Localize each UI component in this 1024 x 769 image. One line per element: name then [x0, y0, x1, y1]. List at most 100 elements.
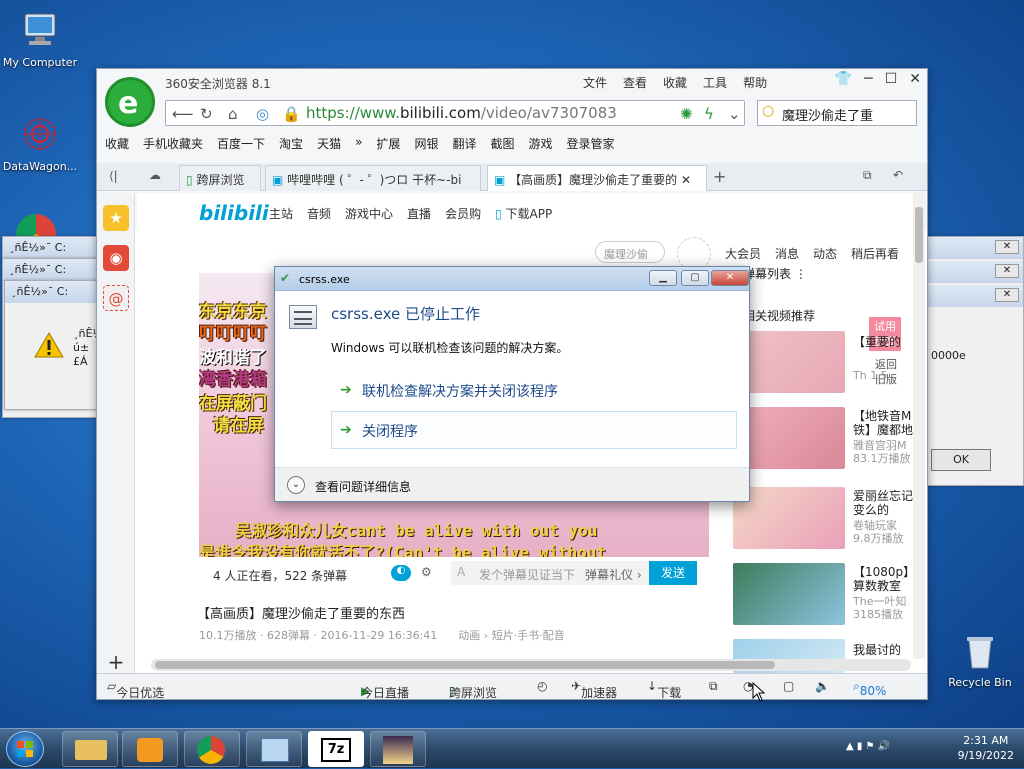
today-picks-button[interactable]: ▱ 今日优选	[107, 679, 164, 700]
related-video[interactable]: 爱丽丝忘记变么的 卷轴玩家 9.8万播放	[733, 487, 913, 549]
menu-file[interactable]: 文件	[583, 74, 607, 91]
fav-item[interactable]: 截图	[490, 135, 514, 157]
danmaku-toggle-icon[interactable]: ◐	[391, 565, 411, 581]
dynamics-link[interactable]: 动态	[813, 245, 837, 262]
close-icon[interactable]: ✕	[995, 240, 1019, 254]
minimize-button[interactable]: ▁	[649, 270, 677, 286]
menu-tools[interactable]: 工具	[703, 74, 727, 91]
maximize-icon[interactable]: ☐	[885, 71, 898, 87]
watch-later-link[interactable]: 稍后再看	[851, 245, 899, 262]
chevron-down-icon[interactable]: ⌄	[728, 105, 741, 123]
close-icon[interactable]: ✕	[995, 264, 1019, 278]
star-icon[interactable]: ★	[103, 205, 129, 231]
nav-shop[interactable]: 会员购	[445, 205, 481, 222]
fav-item[interactable]: 网银	[414, 135, 438, 157]
datawagon-icon[interactable]: DataWagon...	[0, 114, 80, 173]
danmaku-etiquette-link[interactable]: 弹幕礼仪 ›	[585, 566, 642, 583]
new-tab-icon[interactable]: +	[713, 167, 726, 186]
messages-link[interactable]: 消息	[775, 245, 799, 262]
skin-icon[interactable]: 👕	[835, 71, 852, 87]
chevron-down-icon[interactable]: ⌄	[287, 476, 305, 494]
send-button[interactable]: 发送	[649, 561, 697, 585]
lightning-icon[interactable]: ϟ	[704, 105, 714, 123]
video-breadcrumb[interactable]: 动画 › 短片·手书·配音	[458, 629, 564, 642]
pip-icon[interactable]: ⧉	[709, 679, 718, 694]
nav-main[interactable]: 主站	[269, 205, 293, 222]
zoom-level[interactable]: ⌕ 80%	[853, 679, 886, 698]
chrome-icon[interactable]	[16, 214, 62, 254]
refresh-icon[interactable]: ↻	[200, 105, 213, 123]
mail-icon[interactable]: @	[103, 285, 129, 311]
fav-item[interactable]: 游戏	[528, 135, 552, 157]
add-icon[interactable]: +	[103, 649, 129, 675]
bilibili-logo[interactable]: bilibili	[199, 201, 269, 225]
menu-view[interactable]: 查看	[623, 74, 647, 91]
fav-item[interactable]: 淘宝	[279, 135, 303, 157]
search-input[interactable]: ○ 魔理沙偷走了重	[757, 100, 917, 126]
close-icon[interactable]: ✕	[909, 71, 921, 87]
fav-item[interactable]: 收藏	[105, 135, 129, 157]
home-icon[interactable]: ⌂	[228, 105, 238, 123]
tab-bilibili-home[interactable]: ▣ 哔哩哔哩 ( ゜- ゜)つロ 干杯~-bi	[265, 165, 481, 191]
tracking-icon[interactable]: ◴	[537, 679, 547, 693]
nav-game[interactable]: 游戏中心	[345, 205, 393, 222]
format-window-right[interactable]: ✕ ✕ ✕ 0000e OK	[924, 236, 1024, 486]
tray-icons[interactable]: ▲ ▮ ⚑ 🔊	[846, 741, 890, 752]
speaker-icon[interactable]: 🔈	[815, 679, 830, 693]
ok-button[interactable]: OK	[931, 449, 991, 471]
check-online-option[interactable]: ➔ 联机检查解决方案并关闭该程序	[331, 371, 737, 409]
vertical-scrollbar[interactable]	[913, 193, 925, 659]
back-icon[interactable]: ⟵	[172, 105, 194, 123]
vip-link[interactable]: 大会员	[725, 245, 761, 262]
control-panel-taskbar-button[interactable]	[246, 731, 302, 767]
fav-item[interactable]: 扩展	[376, 135, 400, 157]
marisa-taskbar-button[interactable]	[370, 731, 426, 767]
accelerator-button[interactable]: ✈ 加速器	[571, 679, 617, 700]
window-icon[interactable]: ▢	[783, 679, 794, 693]
url-text[interactable]: https://www.bilibili.com/video/av7307083	[306, 104, 617, 122]
download-button[interactable]: ↓ 下载	[647, 679, 681, 700]
dialog-titlebar[interactable]: ✔ csrss.exe ▁ ▢ ✕	[275, 267, 749, 291]
sidebar-toggle-icon[interactable]: ⟨|	[109, 169, 118, 183]
loading-icon[interactable]: ✺	[680, 105, 693, 123]
recycle-bin-icon[interactable]: Recycle Bin	[940, 630, 1020, 689]
address-bar[interactable]: ⟵ ↻ ⌂ ◎ 🔒 https://www.bilibili.com/video…	[165, 100, 745, 126]
fav-item[interactable]: 天猫	[317, 135, 341, 157]
weibo-icon[interactable]: ◉	[103, 245, 129, 271]
media-taskbar-button[interactable]	[122, 731, 178, 767]
cloud-icon[interactable]: ☁	[149, 168, 161, 182]
tab-cross-screen[interactable]: ▯ 跨屏浏览	[179, 165, 261, 191]
fav-more[interactable]: »	[355, 135, 362, 157]
close-program-option[interactable]: ➔ 关闭程序	[331, 411, 737, 449]
explorer-taskbar-button[interactable]	[62, 731, 118, 767]
related-video[interactable]: 【地铁音M铁】魔都地 雅音宫羽M 83.1万播放	[733, 407, 913, 469]
my-computer-icon[interactable]: My Computer	[0, 10, 80, 69]
format-window-3[interactable]: ¸ñÊ½»¯ C: ¸ñÊ½ ú±£Á	[4, 280, 103, 410]
7zip-taskbar-button[interactable]: 7z	[308, 731, 364, 767]
tab-video[interactable]: ▣ 【高画质】魔理沙偷走了重要的 ✕	[487, 165, 707, 191]
danmaku-list-header[interactable]: 弹幕列表 ⋮	[743, 265, 807, 282]
restore-tab-icon[interactable]: ⧉	[863, 168, 872, 183]
horizontal-scrollbar[interactable]	[151, 659, 911, 671]
chrome-taskbar-button[interactable]	[184, 731, 240, 767]
nav-live[interactable]: 直播	[407, 205, 431, 222]
nav-audio[interactable]: 音频	[307, 205, 331, 222]
fav-item[interactable]: 百度一下	[217, 135, 265, 157]
related-video[interactable]: 【重要的 Th 1.5	[733, 331, 913, 393]
maximize-button[interactable]: ▢	[681, 270, 709, 286]
page-search-input[interactable]: 魔理沙偷 ⌕	[595, 241, 665, 275]
fav-item[interactable]: 翻译	[452, 135, 476, 157]
fav-item[interactable]: 登录管家	[567, 135, 615, 157]
menu-help[interactable]: 帮助	[743, 74, 767, 91]
start-button[interactable]	[6, 731, 44, 767]
close-icon[interactable]: ✕	[995, 288, 1019, 302]
menu-favorites[interactable]: 收藏	[663, 74, 687, 91]
related-video[interactable]: 【1080p】算数教室 The一叶知 3185播放	[733, 563, 913, 625]
minimize-icon[interactable]: ─	[864, 71, 872, 87]
close-button[interactable]: ✕	[711, 270, 749, 286]
undo-icon[interactable]: ↶	[893, 168, 903, 182]
clock[interactable]: 2:31 AM 9/19/2022	[958, 733, 1014, 763]
danmaku-settings-icon[interactable]: ⚙	[421, 565, 432, 579]
fav-item[interactable]: 手机收藏夹	[143, 135, 203, 157]
view-details-link[interactable]: 查看问题详细信息	[315, 478, 411, 495]
